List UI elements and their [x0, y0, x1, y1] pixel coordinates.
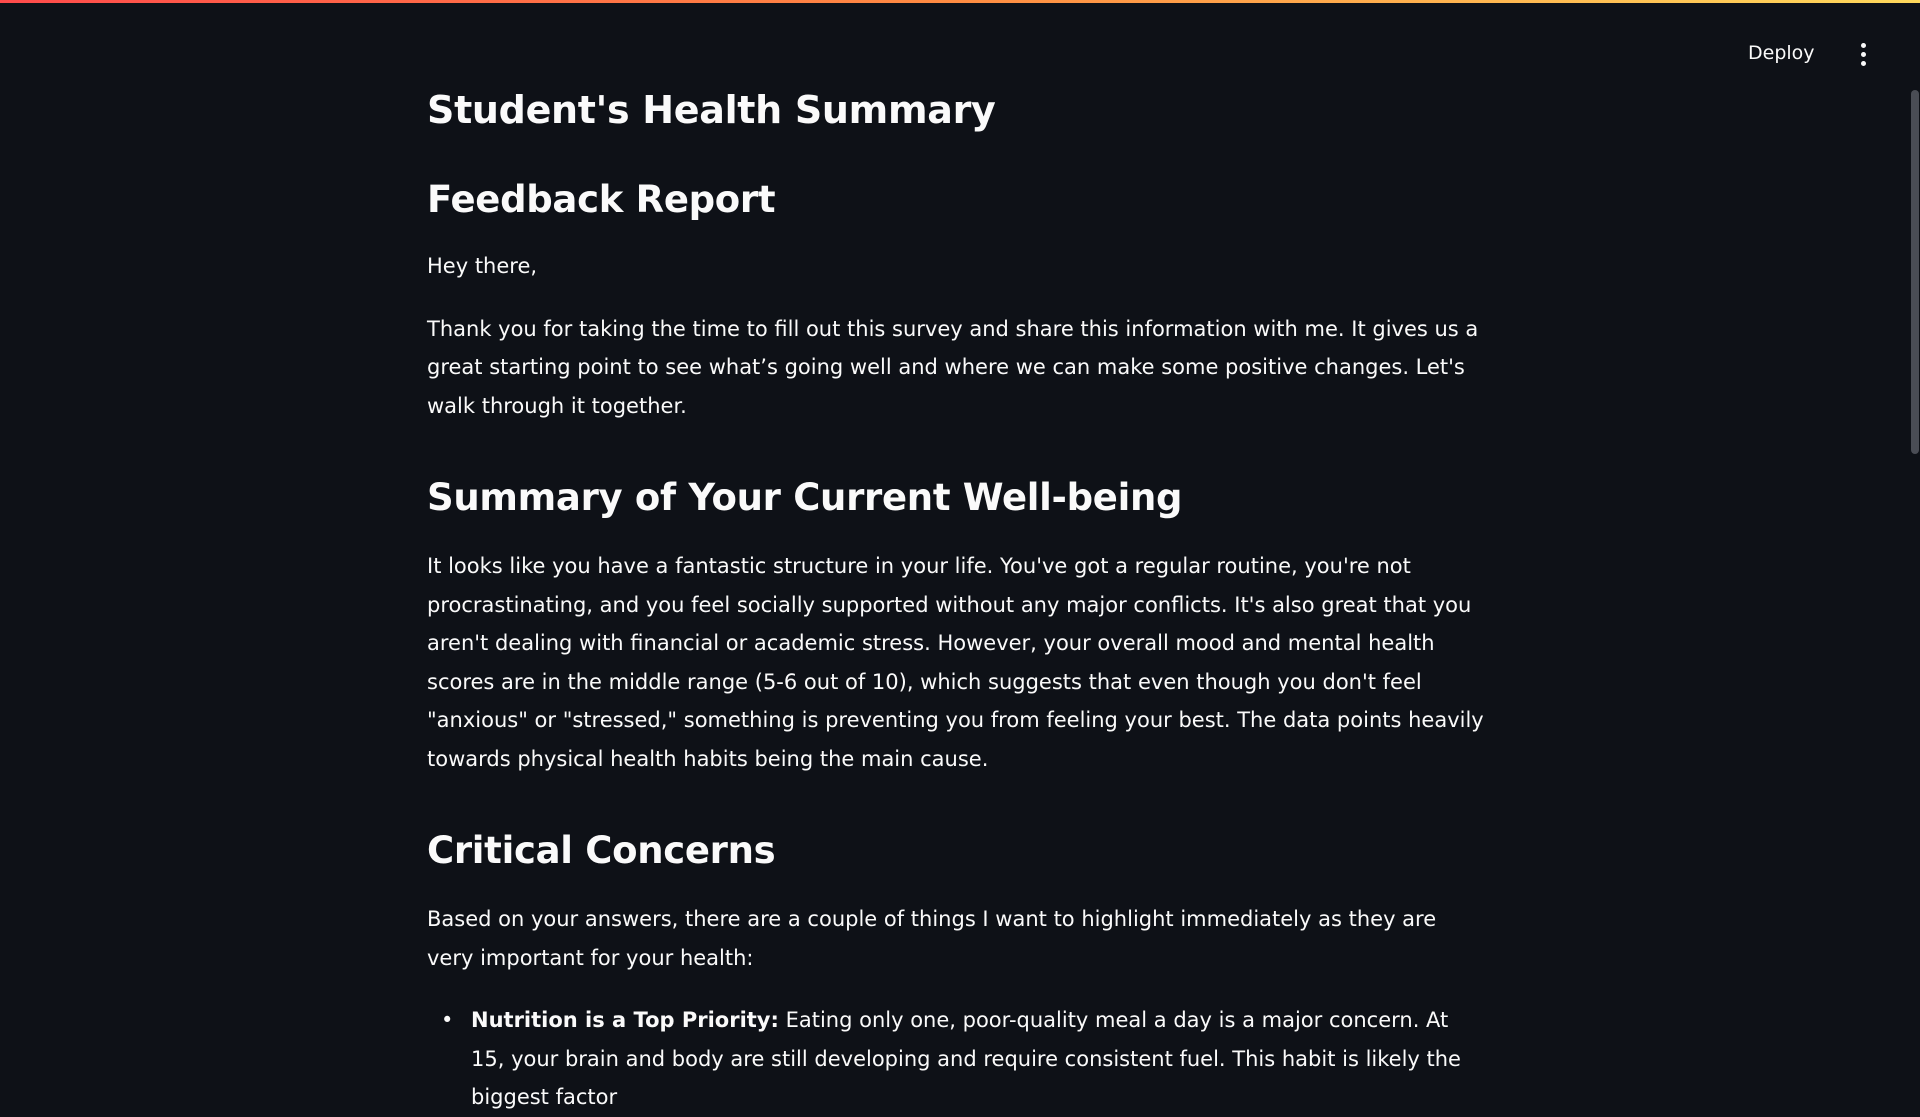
concerns-intro: Based on your answers, there are a coupl… [427, 907, 1437, 970]
vertical-scrollbar[interactable] [1911, 90, 1919, 454]
vertical-dots-icon [1860, 60, 1866, 66]
concerns-list: • Nutrition is a Top Priority: Eating onl… [427, 1001, 1487, 1117]
main-content: Student's Health Summary Feedback Report… [427, 80, 1487, 1117]
intro-paragraph: Thank you for taking the time to fill ou… [427, 316, 1479, 418]
vertical-dots-icon [1860, 51, 1866, 57]
app-header: Deploy [0, 0, 1920, 75]
concerns-heading: Critical Concerns [427, 829, 776, 872]
bullet-marker: • [441, 1008, 454, 1032]
list-item: • Nutrition is a Top Priority: Eating onl… [441, 1001, 1487, 1117]
concern-title: Nutrition is a Top Priority: [471, 1008, 779, 1032]
vertical-dots-icon [1860, 42, 1866, 48]
report-heading: Feedback Report [427, 178, 776, 221]
page-title: Student's Health Summary [427, 88, 996, 132]
main-menu-button[interactable] [1853, 40, 1873, 68]
greeting-text: Hey there, [427, 254, 538, 278]
summary-heading: Summary of Your Current Well-being [427, 476, 1183, 519]
summary-paragraph: It looks like you have a fantastic struc… [427, 554, 1484, 771]
deploy-button[interactable]: Deploy [1740, 38, 1823, 68]
